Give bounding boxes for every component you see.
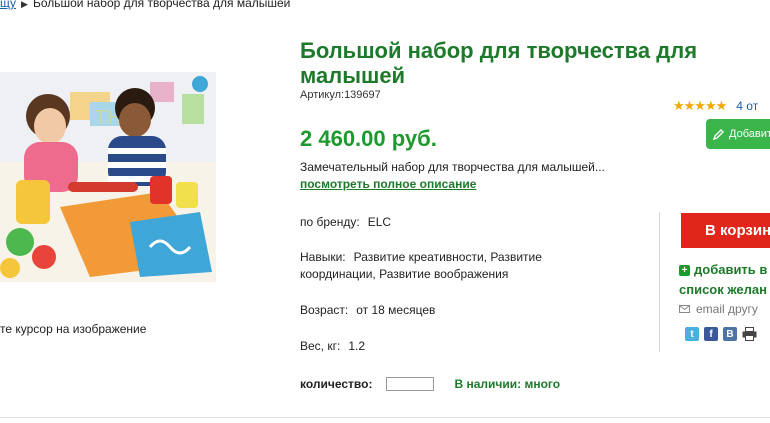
breadcrumb-current: Большой набор для творчества для малышей — [32, 0, 291, 10]
add-review-label: Добавить — [729, 128, 770, 140]
short-description: Замечательный набор для творчества для м… — [300, 160, 605, 174]
product-title: Большой набор для творчества для малышей — [300, 38, 698, 88]
attr-brand-value[interactable]: ELC — [368, 215, 391, 229]
facebook-icon[interactable]: f — [704, 327, 718, 341]
product-sku: Артикул:139697 — [300, 89, 381, 101]
attr-skills-label: Навыки: — [300, 250, 346, 264]
zoom-hint: те курсор на изображение — [0, 322, 147, 336]
quantity-input[interactable] — [386, 377, 435, 391]
attr-weight-value: 1.2 — [348, 339, 365, 353]
attr-skills: Навыки: Развитие креативности, Развитие к… — [300, 249, 560, 283]
full-description-link[interactable]: посмотреть полное описание — [300, 177, 476, 191]
email-friend-link[interactable]: email другу — [679, 302, 758, 316]
print-icon[interactable] — [742, 327, 757, 341]
attr-brand: по бренду: ELC — [300, 214, 391, 231]
attr-age-value: от 18 месяцев — [356, 303, 436, 317]
add-to-wishlist-link[interactable]: + добавить в список желан — [679, 260, 770, 300]
column-divider — [659, 212, 660, 352]
pencil-icon — [712, 128, 724, 140]
attr-age-label: Возраст: — [300, 303, 349, 317]
quantity-label: количество: — [300, 377, 373, 391]
rating-stars-icon: ★★★★★ — [673, 98, 727, 113]
bottom-divider — [0, 417, 770, 418]
product-image[interactable]: TH — [0, 72, 216, 282]
stock-status: В наличии: много — [454, 377, 561, 391]
breadcrumb-link[interactable]: щу — [0, 0, 16, 10]
add-to-cart-button[interactable]: В корзин — [681, 213, 770, 248]
attr-age: Возраст: от 18 месяцев — [300, 302, 435, 319]
add-review-button[interactable]: Добавить — [706, 119, 770, 149]
quantity-row: количество: В наличии: много — [300, 377, 560, 391]
wishlist-label: добавить в список желан — [679, 262, 768, 297]
product-rating[interactable]: ★★★★★ 4 от — [673, 98, 758, 114]
attr-weight-label: Вес, кг: — [300, 339, 341, 353]
email-friend-label: email другу — [696, 302, 758, 316]
twitter-icon[interactable]: t — [685, 327, 699, 341]
product-price: 2 460.00 руб. — [300, 126, 437, 151]
product-photo: TH — [0, 72, 216, 282]
attr-brand-label: по бренду: — [300, 215, 360, 229]
breadcrumb-arrow-icon: ▶ — [21, 0, 28, 9]
breadcrumb: щу ▶ Большой набор для творчества для малы… — [0, 0, 290, 10]
vk-icon[interactable]: B — [723, 327, 737, 341]
rating-count[interactable]: 4 от — [736, 99, 758, 113]
plus-icon: + — [679, 265, 690, 276]
attr-weight: Вес, кг: 1.2 — [300, 338, 365, 355]
envelope-icon — [679, 305, 690, 313]
social-share: t f B — [685, 327, 757, 341]
